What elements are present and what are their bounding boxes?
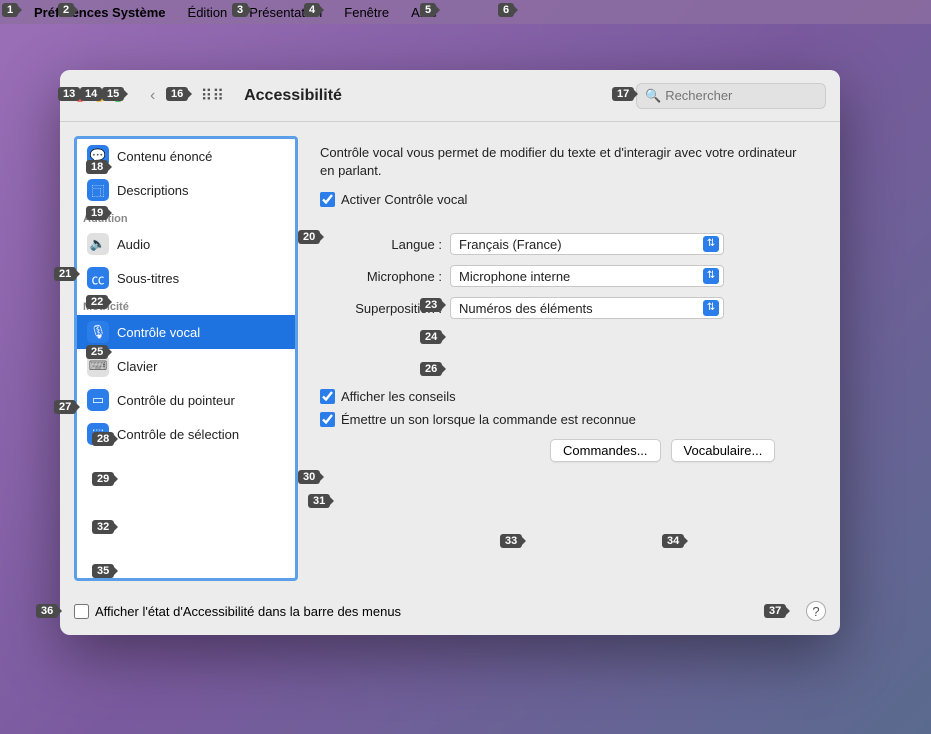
sidebar-item-descriptions[interactable]: ⿹ Descriptions	[77, 173, 295, 207]
window-controls	[74, 90, 124, 102]
show-status-label: Afficher l'état d'Accessibilité dans la …	[95, 604, 401, 619]
sidebar-item-pointer-control[interactable]: ▭ Contrôle du pointeur	[77, 383, 295, 417]
descriptions-icon: ⿹	[87, 179, 109, 201]
help-button[interactable]: ?	[806, 601, 826, 621]
hint-tag: 36	[36, 604, 58, 618]
sidebar-item-label: Contrôle du pointeur	[117, 393, 235, 408]
sidebar-item-audio[interactable]: 🔈 Audio	[77, 227, 295, 261]
commands-button[interactable]: Commandes...	[550, 439, 661, 462]
chevron-updown-icon: ⇅	[703, 300, 719, 316]
menubar: Préférences Système Édition Présentation…	[0, 0, 931, 24]
menu-help[interactable]: Aide	[401, 5, 447, 20]
sidebar-item-label: Contrôle vocal	[117, 325, 200, 340]
play-sound-checkbox[interactable]	[320, 412, 335, 427]
language-label: Langue :	[320, 237, 450, 252]
sidebar-section-motor: Motricité	[77, 295, 295, 315]
audio-icon: 🔈	[87, 233, 109, 255]
switch-icon: ⬚	[87, 423, 109, 445]
sidebar-item-label: Contrôle de sélection	[117, 427, 239, 442]
vocabulary-button[interactable]: Vocabulaire...	[671, 439, 776, 462]
sidebar-item-captions[interactable]: ㏄ Sous-titres	[77, 261, 295, 295]
enable-voice-control-label: Activer Contrôle vocal	[341, 192, 467, 207]
window-title: Accessibilité	[244, 87, 342, 105]
show-hints-row: Afficher les conseils	[320, 389, 808, 404]
voice-control-description: Contrôle vocal vous permet de modifier d…	[320, 144, 808, 180]
pointer-icon: ▭	[87, 389, 109, 411]
overlay-label: Superposition :	[320, 301, 450, 316]
language-select[interactable]: Français (France) ⇅	[450, 233, 724, 255]
forward-button[interactable]: ›	[169, 85, 186, 107]
minimize-button[interactable]	[93, 90, 105, 102]
sidebar[interactable]: 💬 Contenu énoncé ⿹ Descriptions Audition…	[74, 136, 298, 581]
menu-view[interactable]: Présentation	[239, 5, 332, 20]
keyboard-icon: ⌨	[87, 355, 109, 377]
voice-control-icon: 🎙	[87, 321, 109, 343]
content-pane: Contrôle vocal vous permet de modifier d…	[298, 136, 826, 581]
captions-icon: ㏄	[87, 267, 109, 289]
show-hints-checkbox[interactable]	[320, 389, 335, 404]
speak-icon: 💬	[87, 145, 109, 167]
sidebar-item-switch-control[interactable]: ⬚ Contrôle de sélection	[77, 417, 295, 451]
titlebar: ‹ › ⠿⠿ Accessibilité 🔍	[60, 70, 840, 122]
microphone-value: Microphone interne	[459, 269, 570, 284]
footer: Afficher l'état d'Accessibilité dans la …	[60, 595, 840, 635]
show-status-row: Afficher l'état d'Accessibilité dans la …	[74, 604, 401, 619]
sidebar-item-label: Sous-titres	[117, 271, 179, 286]
search-icon: 🔍	[645, 88, 661, 104]
sidebar-item-label: Audio	[117, 237, 150, 252]
close-button[interactable]	[74, 90, 86, 102]
menu-window[interactable]: Fenêtre	[334, 5, 399, 20]
enable-voice-control-checkbox[interactable]	[320, 192, 335, 207]
menu-app[interactable]: Préférences Système	[24, 5, 176, 20]
preferences-window: ‹ › ⠿⠿ Accessibilité 🔍 💬 Contenu énoncé …	[60, 70, 840, 635]
nav-controls: ‹ › ⠿⠿	[144, 84, 230, 108]
enable-voice-control-row: Activer Contrôle vocal	[320, 192, 808, 207]
language-value: Français (France)	[459, 237, 562, 252]
sidebar-item-label: Contenu énoncé	[117, 149, 212, 164]
menu-edit[interactable]: Édition	[178, 5, 238, 20]
chevron-updown-icon: ⇅	[703, 268, 719, 284]
search-field[interactable]: 🔍	[636, 83, 826, 109]
sidebar-item-voice-control[interactable]: 🎙 Contrôle vocal	[77, 315, 295, 349]
microphone-select[interactable]: Microphone interne ⇅	[450, 265, 724, 287]
play-sound-label: Émettre un son lorsque la commande est r…	[341, 412, 636, 427]
sidebar-item-keyboard[interactable]: ⌨ Clavier	[77, 349, 295, 383]
overlay-value: Numéros des éléments	[459, 301, 593, 316]
overlay-select[interactable]: Numéros des éléments ⇅	[450, 297, 724, 319]
show-status-checkbox[interactable]	[74, 604, 89, 619]
sidebar-section-hearing: Audition	[77, 207, 295, 227]
fullscreen-button[interactable]	[112, 90, 124, 102]
play-sound-row: Émettre un son lorsque la commande est r…	[320, 412, 808, 427]
sidebar-item-label: Descriptions	[117, 183, 189, 198]
back-button[interactable]: ‹	[144, 85, 161, 107]
microphone-label: Microphone :	[320, 269, 450, 284]
search-input[interactable]	[665, 88, 817, 103]
sidebar-item-spoken-content[interactable]: 💬 Contenu énoncé	[77, 139, 295, 173]
show-hints-label: Afficher les conseils	[341, 389, 456, 404]
show-all-icon[interactable]: ⠿⠿	[195, 84, 230, 108]
sidebar-item-label: Clavier	[117, 359, 157, 374]
chevron-updown-icon: ⇅	[703, 236, 719, 252]
